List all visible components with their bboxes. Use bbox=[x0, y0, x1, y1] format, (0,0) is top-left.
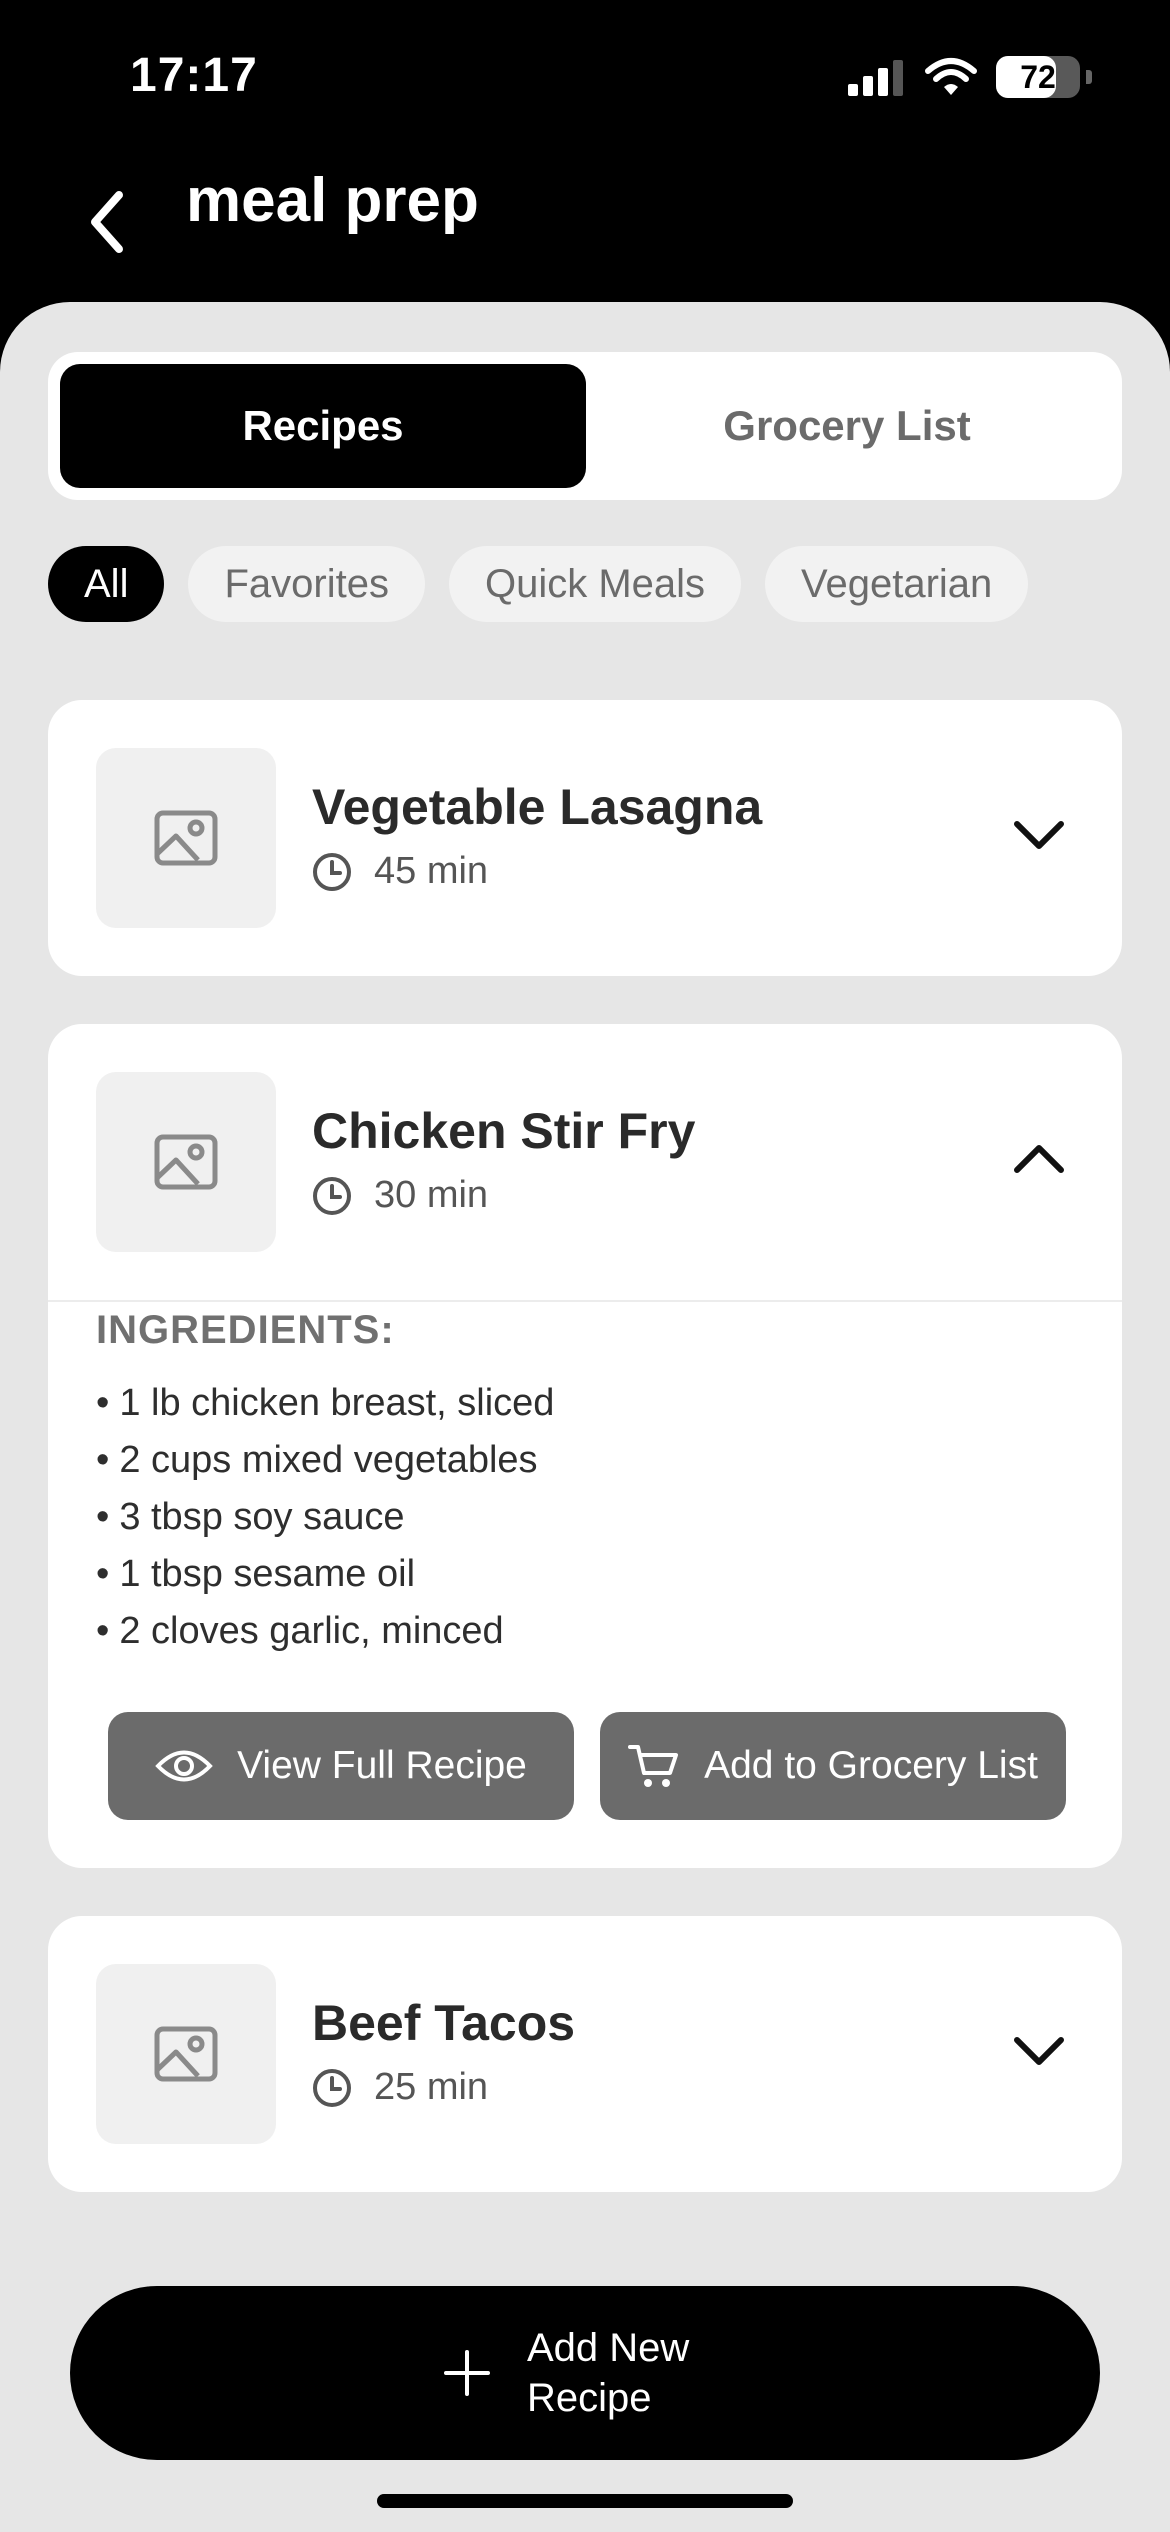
recipe-card-header[interactable]: Vegetable Lasagna 45 min bbox=[48, 700, 1122, 976]
recipe-card-header[interactable]: Beef Tacos 25 min bbox=[48, 1916, 1122, 2192]
add-new-recipe-button[interactable]: Add New Recipe bbox=[70, 2286, 1100, 2460]
tab-grocery-list[interactable]: Grocery List bbox=[584, 364, 1110, 488]
divider bbox=[48, 1300, 1122, 1302]
recipe-thumbnail bbox=[96, 1072, 276, 1252]
recipe-name: Beef Tacos bbox=[312, 1995, 576, 2051]
chevron-up-icon bbox=[1014, 1145, 1064, 1173]
ingredient-item: 1 lb chicken breast, sliced bbox=[96, 1375, 1074, 1432]
recipe-time-label: 30 min bbox=[374, 1174, 489, 1216]
ingredient-item: 3 tbsp soy sauce bbox=[96, 1489, 1074, 1546]
eye-icon bbox=[155, 1750, 213, 1782]
cart-icon bbox=[628, 1745, 679, 1787]
recipe-time-label: 45 min bbox=[374, 850, 489, 892]
battery-percent: 72 bbox=[1020, 58, 1056, 95]
recipe-card[interactable]: Vegetable Lasagna 45 min bbox=[48, 700, 1122, 976]
recipe-card-expanded: Chicken Stir Fry 30 min INGREDIENTS: 1 l… bbox=[48, 1024, 1122, 1868]
header: meal prep bbox=[0, 150, 1170, 300]
filter-chip-vegetarian[interactable]: Vegetarian bbox=[765, 546, 1029, 622]
view-full-recipe-label: View Full Recipe bbox=[237, 1744, 527, 1787]
battery-tip bbox=[1086, 70, 1092, 84]
chevron-down-icon bbox=[1014, 821, 1064, 849]
plus-icon bbox=[444, 2350, 490, 2396]
ingredients-title: INGREDIENTS: bbox=[96, 1308, 395, 1352]
signal-icon bbox=[848, 60, 903, 96]
filter-chip-favorites[interactable]: Favorites bbox=[188, 546, 425, 622]
segmented-control: Recipes Grocery List bbox=[48, 352, 1122, 500]
page-title: meal prep bbox=[186, 166, 479, 235]
status-time: 17:17 bbox=[130, 49, 258, 102]
recipe-thumbnail bbox=[96, 748, 276, 928]
ingredients-list: 1 lb chicken breast, sliced 2 cups mixed… bbox=[96, 1375, 1074, 1660]
recipe-card[interactable]: Beef Tacos 25 min bbox=[48, 1916, 1122, 2192]
back-button[interactable] bbox=[72, 172, 142, 272]
add-to-grocery-list-label: Add to Grocery List bbox=[704, 1744, 1038, 1787]
status-icons: 72 bbox=[848, 56, 1092, 98]
chevron-left-icon bbox=[91, 191, 123, 253]
expand-button[interactable] bbox=[1004, 2016, 1074, 2086]
image-placeholder-icon bbox=[154, 810, 218, 866]
ingredient-item: 2 cloves garlic, minced bbox=[96, 1603, 1074, 1660]
filter-chips: All Favorites Quick Meals Vegetarian bbox=[48, 546, 1029, 622]
ingredient-item: 1 tbsp sesame oil bbox=[96, 1546, 1074, 1603]
recipe-actions: View Full Recipe Add to Grocery List bbox=[108, 1712, 1066, 1820]
battery-indicator: 72 bbox=[996, 56, 1080, 98]
recipe-card-header[interactable]: Chicken Stir Fry 30 min bbox=[48, 1024, 1122, 1300]
recipe-name: Vegetable Lasagna bbox=[312, 779, 763, 835]
chevron-down-icon bbox=[1014, 2037, 1064, 2065]
image-placeholder-icon bbox=[154, 2026, 218, 2082]
recipe-thumbnail bbox=[96, 1964, 276, 2144]
wifi-icon bbox=[925, 58, 977, 95]
clock-icon bbox=[313, 852, 351, 891]
image-placeholder-icon bbox=[154, 1134, 218, 1190]
view-full-recipe-button[interactable]: View Full Recipe bbox=[108, 1712, 574, 1820]
recipe-time: 30 min bbox=[312, 1174, 488, 1217]
recipe-name: Chicken Stir Fry bbox=[312, 1103, 696, 1159]
ingredients-section: INGREDIENTS: 1 lb chicken breast, sliced… bbox=[48, 1308, 1122, 1660]
clock-icon bbox=[313, 2068, 351, 2107]
home-indicator bbox=[377, 2494, 793, 2508]
recipe-time-label: 25 min bbox=[374, 2066, 489, 2108]
recipe-time: 45 min bbox=[312, 850, 488, 893]
add-new-recipe-label: Add New Recipe bbox=[527, 2326, 690, 2420]
ingredient-item: 2 cups mixed vegetables bbox=[96, 1432, 1074, 1489]
clock-icon bbox=[313, 1176, 351, 1215]
filter-chip-quick-meals[interactable]: Quick Meals bbox=[448, 546, 742, 622]
add-to-grocery-list-button[interactable]: Add to Grocery List bbox=[600, 1712, 1066, 1820]
filter-chip-all[interactable]: All bbox=[48, 546, 165, 622]
expand-button[interactable] bbox=[1004, 800, 1074, 870]
collapse-button[interactable] bbox=[1004, 1124, 1074, 1194]
status-bar: 17:17 72 bbox=[0, 0, 1170, 150]
tab-recipes[interactable]: Recipes bbox=[60, 364, 586, 488]
content-sheet: Recipes Grocery List All Favorites Quick… bbox=[0, 302, 1170, 2532]
recipe-time: 25 min bbox=[312, 2066, 488, 2109]
